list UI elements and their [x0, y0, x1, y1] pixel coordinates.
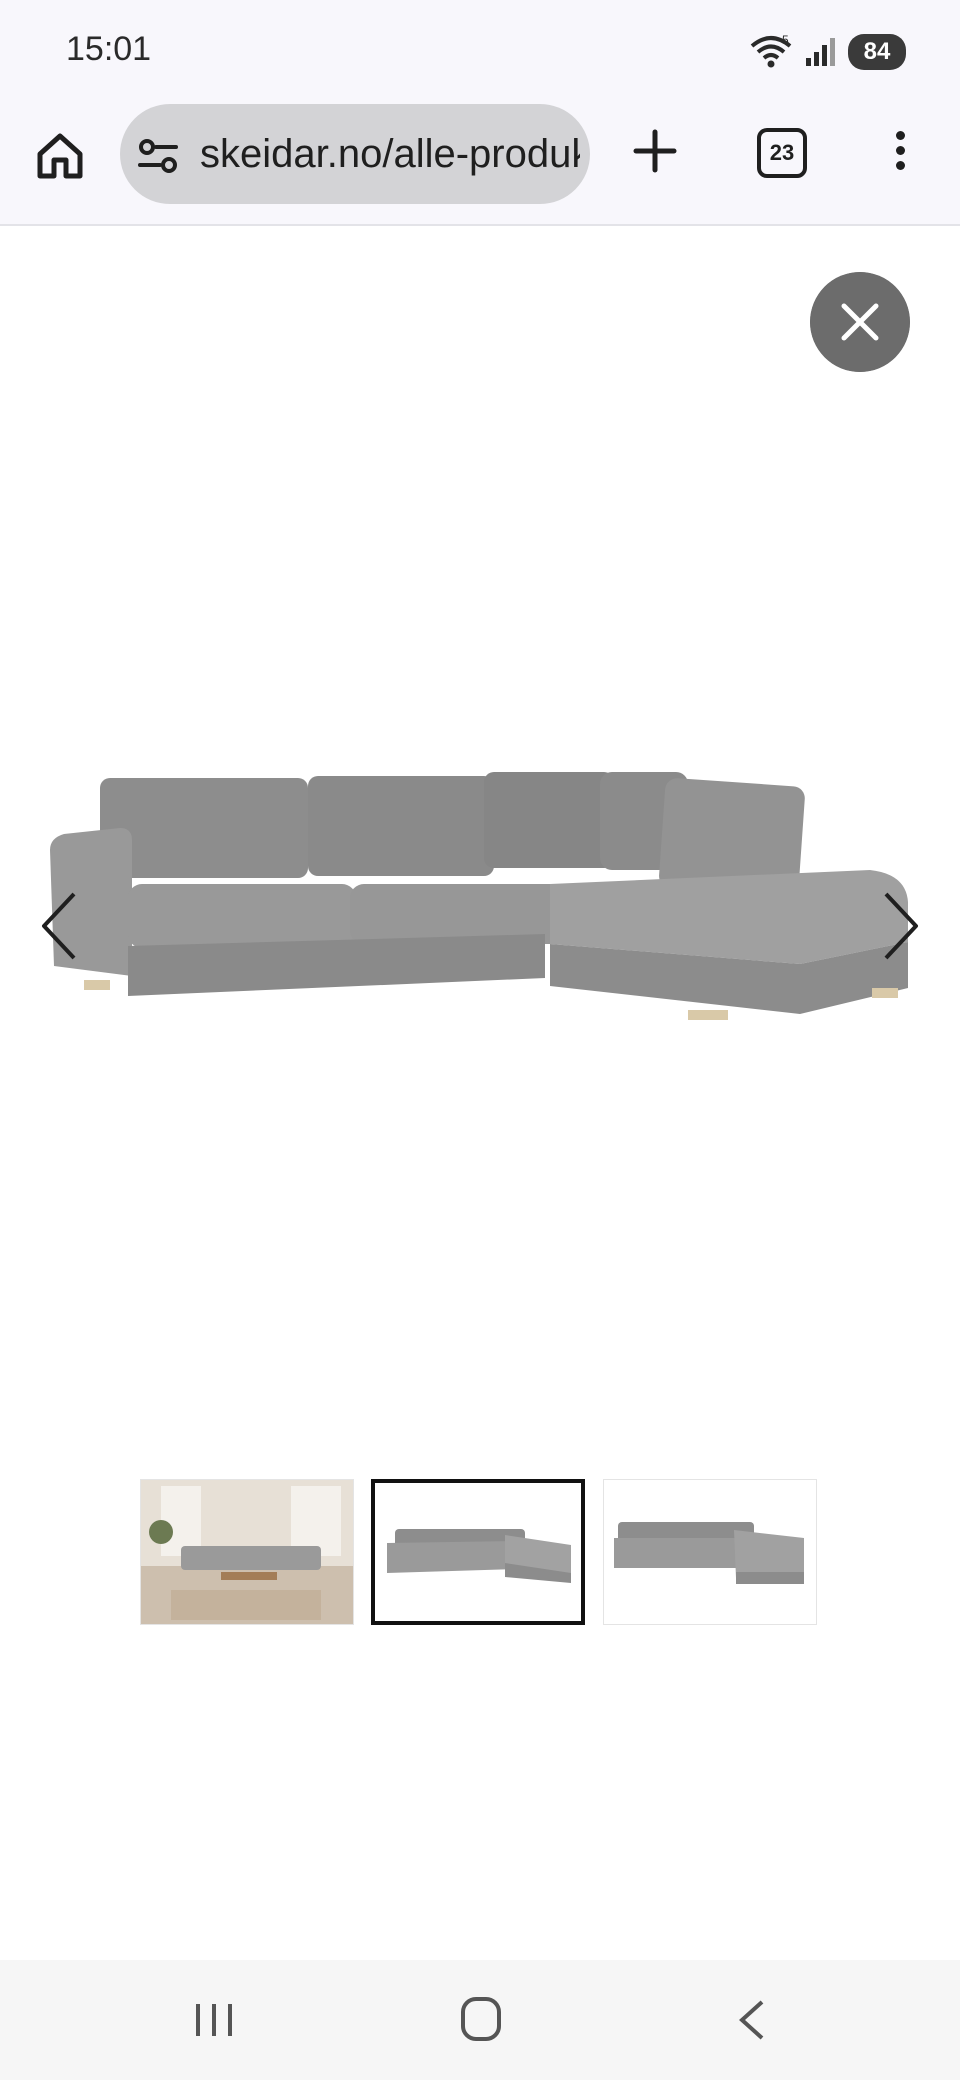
- close-icon[interactable]: [810, 272, 910, 372]
- thumbnail-strip: [140, 1479, 820, 1625]
- chevron-right-icon[interactable]: [878, 886, 924, 966]
- status-time: 15:01: [66, 30, 152, 68]
- browser-toolbar: skeidar.no/alle-produkter 23: [0, 100, 960, 226]
- more-menu-icon[interactable]: [880, 126, 920, 182]
- svg-text:5: 5: [782, 34, 789, 47]
- wifi-icon: 5: [750, 34, 792, 68]
- home-icon[interactable]: [32, 128, 88, 184]
- chevron-left-icon[interactable]: [36, 886, 82, 966]
- signal-icon: [806, 38, 835, 66]
- thumbnail-sofa-front[interactable]: [603, 1479, 817, 1625]
- battery-icon: 84: [848, 34, 906, 70]
- new-tab-icon[interactable]: [630, 126, 680, 176]
- thumbnail-living-room[interactable]: [140, 1479, 354, 1625]
- tabs-icon[interactable]: 23: [757, 128, 807, 178]
- url-text[interactable]: skeidar.no/alle-produkter: [200, 132, 580, 177]
- image-gallery: [0, 226, 960, 1960]
- status-icons: 5 84: [748, 30, 906, 74]
- site-settings-icon[interactable]: [136, 134, 180, 178]
- system-nav-bar: [0, 1960, 960, 2080]
- address-bar[interactable]: skeidar.no/alle-produkter: [120, 104, 590, 204]
- recent-apps-icon[interactable]: [192, 1998, 236, 2042]
- back-icon[interactable]: [736, 1998, 766, 2042]
- thumbnail-sofa-angle[interactable]: [371, 1479, 585, 1625]
- home-button-icon[interactable]: [460, 1996, 502, 2042]
- status-bar: 15:01 5 84: [0, 0, 960, 100]
- product-image: [50, 772, 908, 1020]
